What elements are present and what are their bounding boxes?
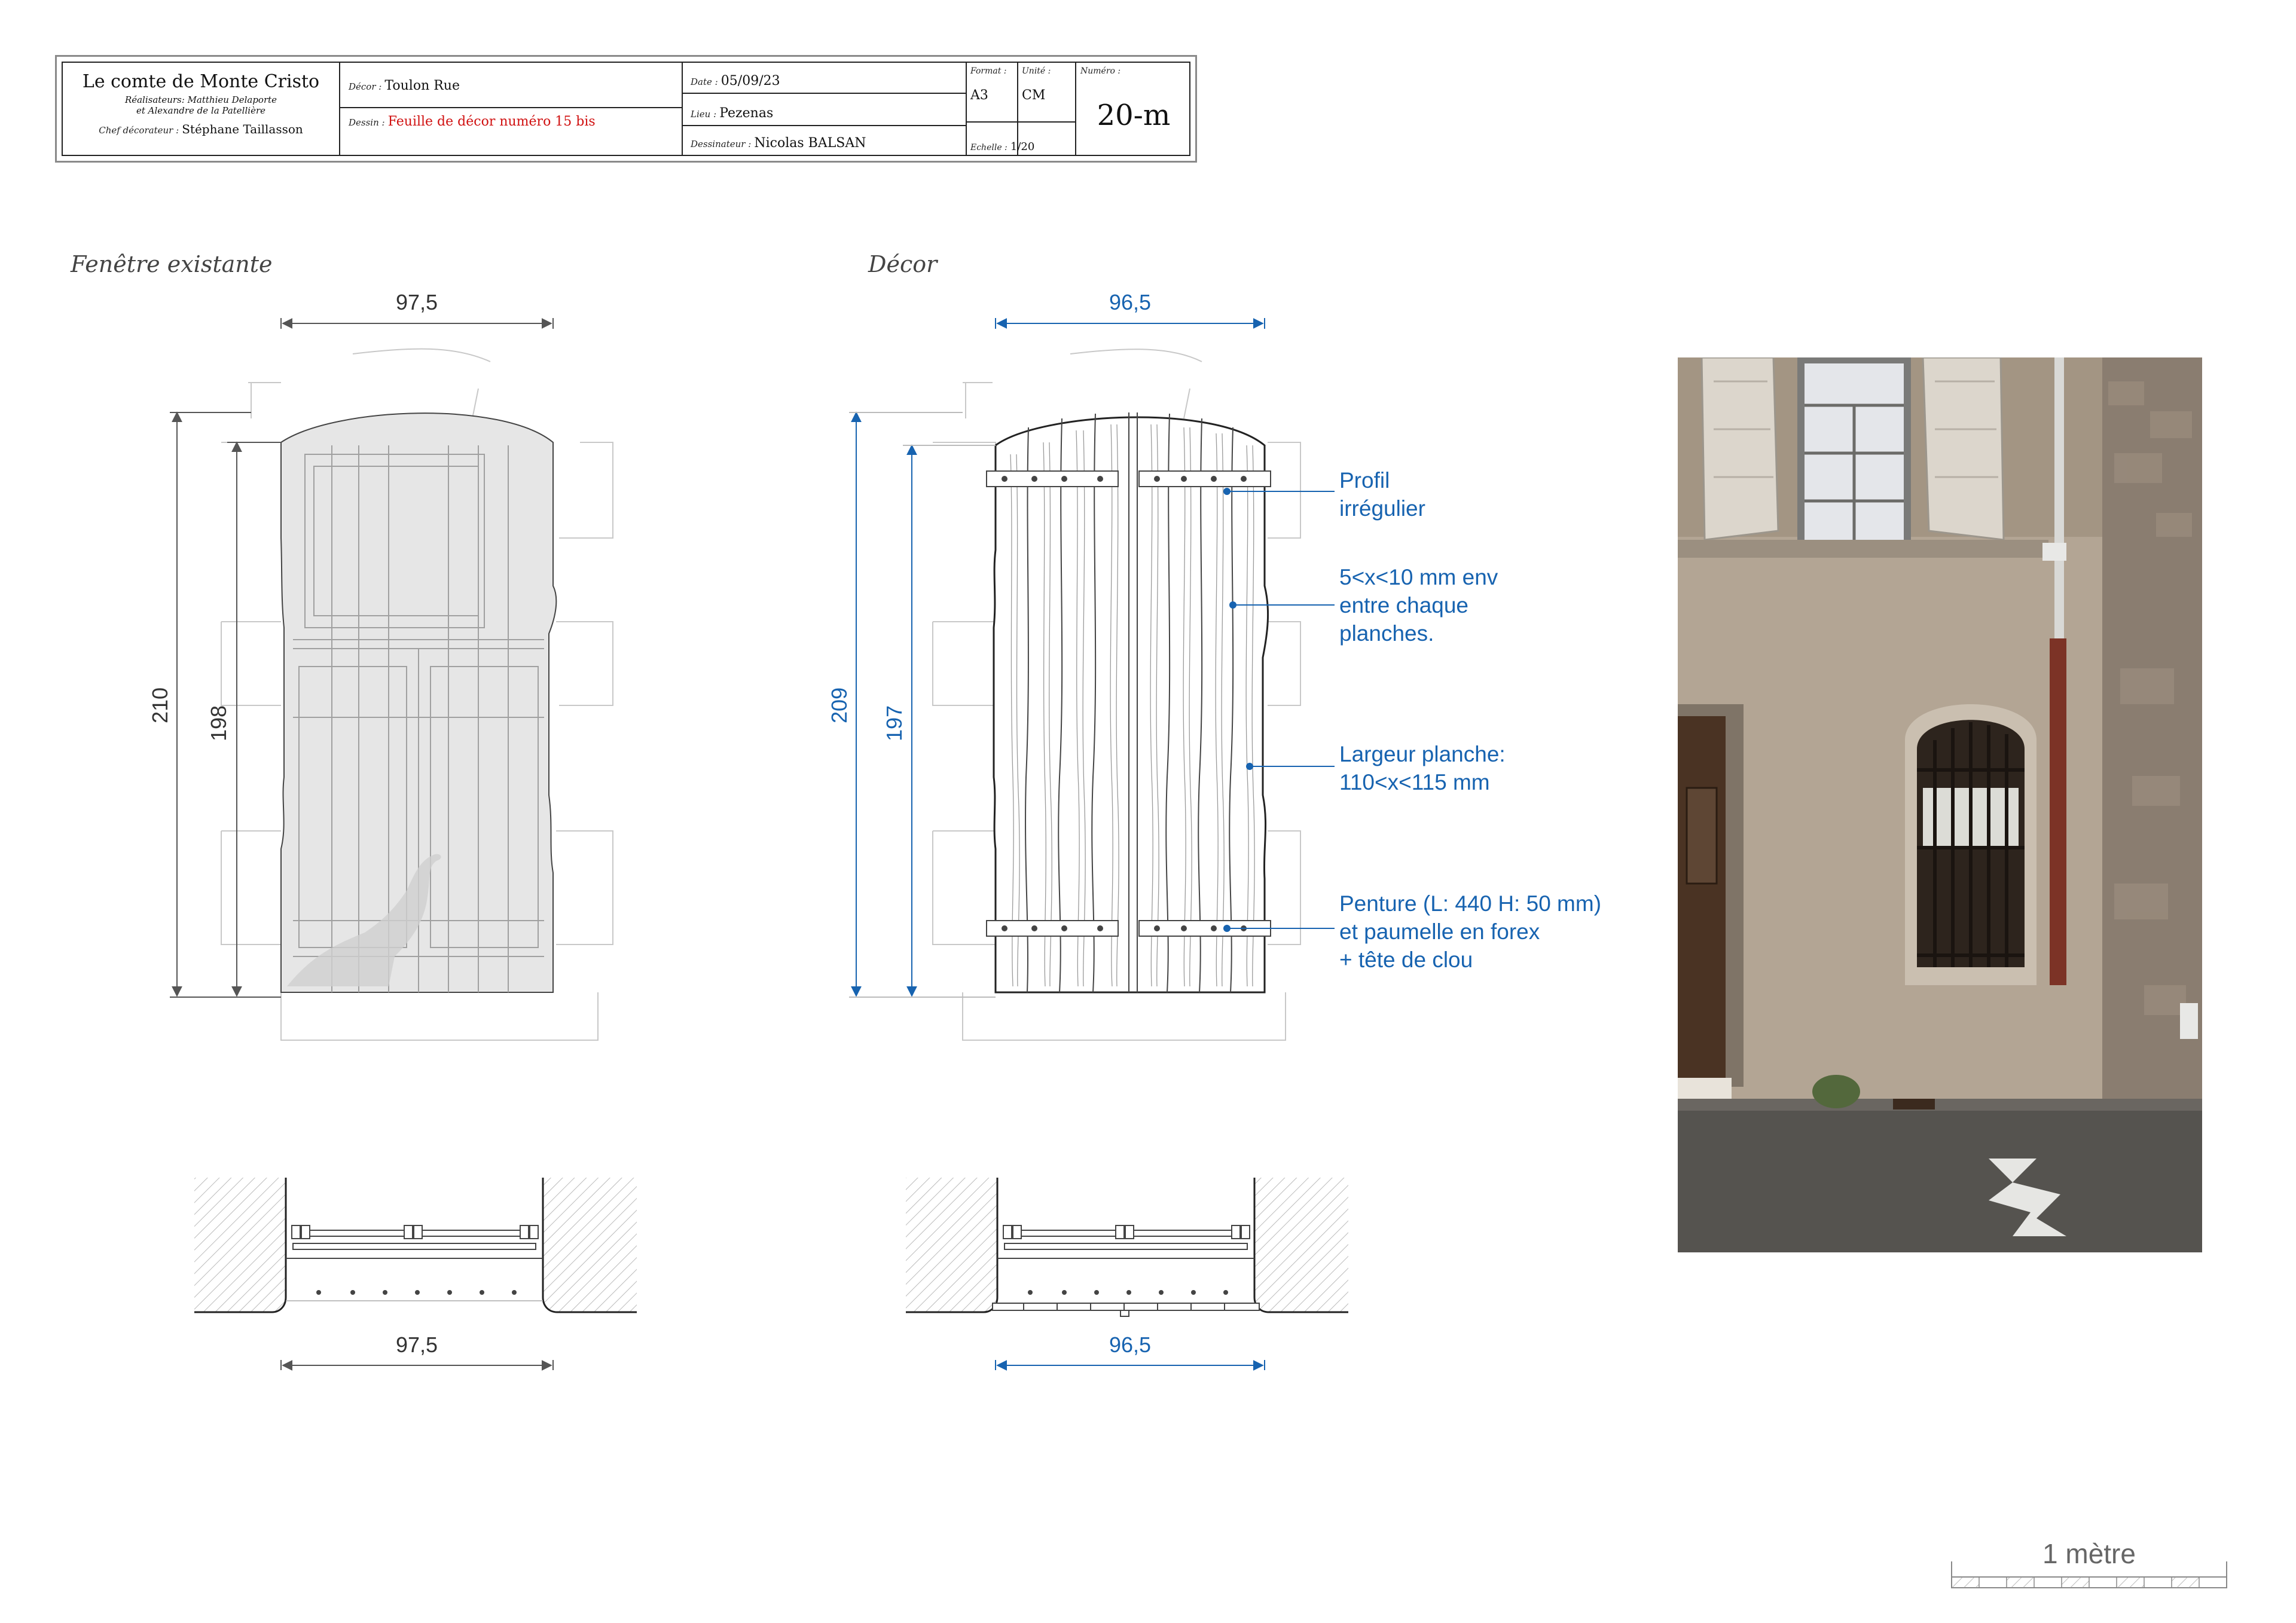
decor-width-top-label: 96,5	[1109, 290, 1151, 314]
decor-plan-view: 96,5	[906, 1178, 1348, 1371]
scale-bar-label: 1 mètre	[2042, 1538, 2136, 1569]
hinge-bottom-left	[986, 920, 1119, 937]
existing-height-outer-label: 210	[148, 687, 172, 723]
decor-height-outer-label: 209	[827, 687, 851, 723]
existing-width-bottom-label: 97,5	[396, 1332, 438, 1357]
reference-photo	[1678, 357, 2202, 1252]
decor-elevation: 96,5 209 197	[827, 290, 1335, 1041]
hinge-top-right	[1138, 470, 1271, 487]
decor-height-inner-label: 197	[882, 705, 906, 741]
hinge-top-left	[986, 470, 1119, 487]
decor-width-bottom-label: 96,5	[1109, 1332, 1151, 1357]
existing-plan-view: 97,5	[194, 1178, 637, 1371]
existing-height-inner-label: 198	[206, 705, 231, 741]
existing-window-elevation: 97,5 210 198	[148, 290, 613, 1041]
shutter-outline	[993, 416, 1269, 994]
existing-width-top-label: 97,5	[396, 290, 438, 314]
